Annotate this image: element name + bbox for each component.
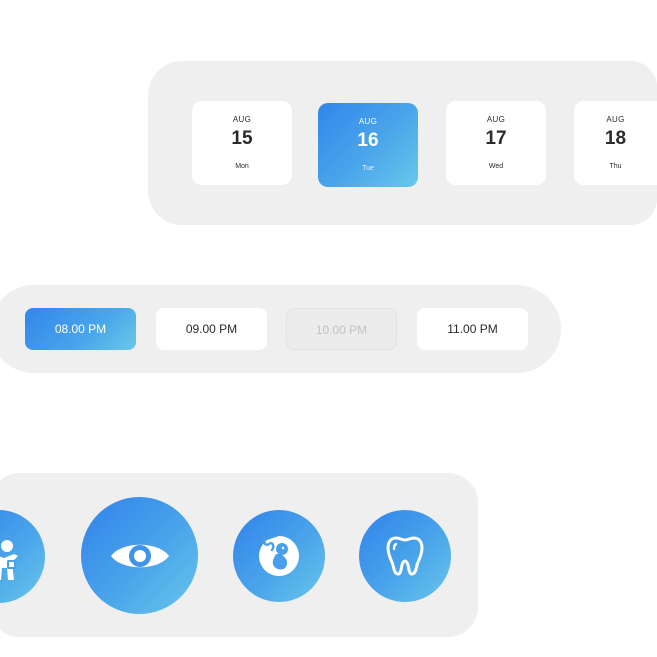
eye-icon [110,544,169,567]
doctor-icon [0,540,18,580]
date-weekday: Tue [362,165,374,172]
date-day: 17 [485,128,507,149]
date-day: 16 [357,130,379,151]
tooth-icon [386,536,424,576]
date-month: AUG [606,115,625,124]
category-picker [0,473,478,637]
category-dental-button[interactable] [359,510,451,602]
date-card-aug-15[interactable]: AUG 15 Mon [192,101,292,185]
time-picker: 08.00 PM 09.00 PM 10.00 PM 11.00 PM [0,285,561,373]
date-month: AUG [486,115,506,124]
date-month: AUG [358,117,378,126]
date-card-aug-16[interactable]: AUG 16 Tue [318,103,418,187]
screen: AUG 15 Mon AUG 16 Tue AUG 17 Wed AUG 18 … [0,0,657,657]
date-card-aug-18[interactable]: AUG 18 Thu [574,101,657,185]
date-card-aug-17[interactable]: AUG 17 Wed [446,101,546,185]
date-month: AUG [232,115,252,124]
time-slot-1100pm[interactable]: 11.00 PM [417,308,528,350]
date-weekday: Mon [235,163,249,170]
category-eye-button[interactable] [81,497,198,614]
date-day: 15 [231,128,253,149]
time-slot-0900pm[interactable]: 09.00 PM [156,308,267,350]
date-picker: AUG 15 Mon AUG 16 Tue AUG 17 Wed AUG 18 … [148,61,657,225]
date-weekday: Wed [488,163,504,170]
date-day: 18 [604,128,627,149]
time-slot-1000pm: 10.00 PM [286,308,397,350]
time-slot-0800pm[interactable]: 08.00 PM [25,308,136,350]
date-weekday: Thu [609,163,622,170]
fetus-icon [259,536,299,576]
category-doctor-button[interactable] [0,510,45,603]
category-pregnancy-button[interactable] [233,510,325,602]
